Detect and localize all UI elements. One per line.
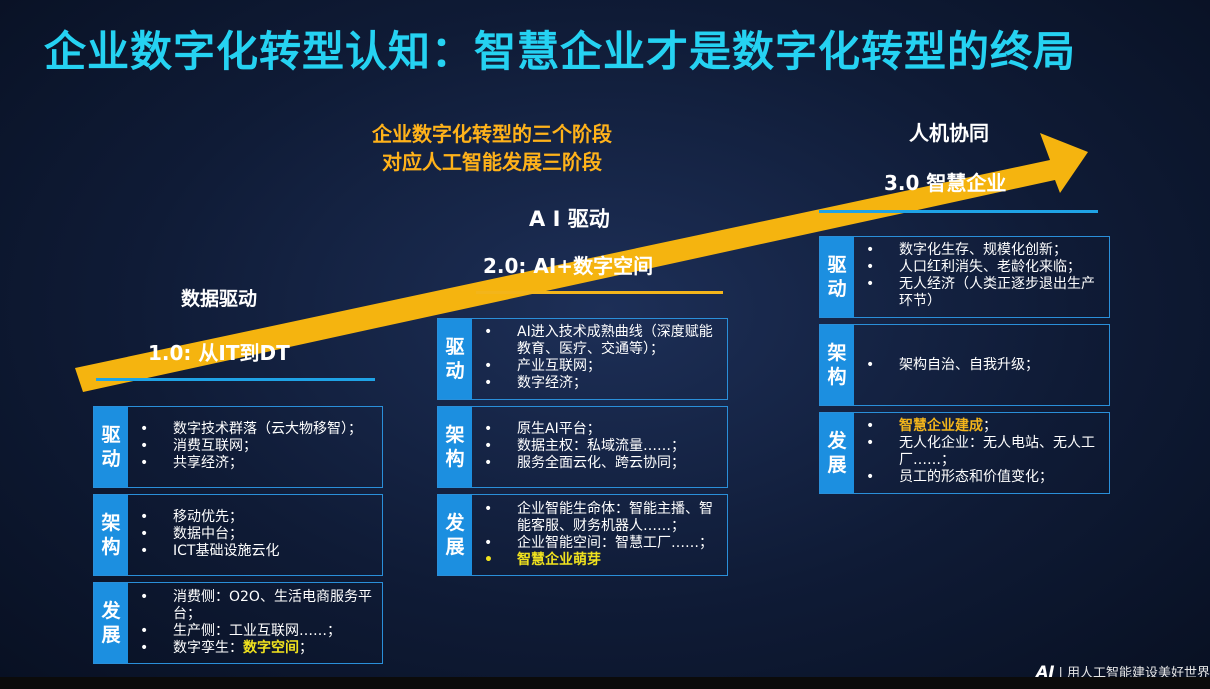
stage-1-label: 1.0: 从IT到DT — [148, 341, 290, 365]
stage-3-label: 3.0 智慧企业 — [884, 171, 1007, 195]
list-item: 数字经济； — [484, 375, 721, 392]
arch-tag: 架构 — [820, 325, 854, 405]
stage-1-name: 数据驱动 — [181, 288, 258, 310]
drive-tag: 驱动 — [94, 407, 128, 487]
list-item: ICT基础设施云化 — [140, 543, 376, 560]
develop-tag: 发展 — [438, 495, 472, 575]
drive-tag: 驱动 — [438, 319, 472, 399]
list-item: 数字化生存、规模化创新； — [866, 242, 1103, 259]
list-item: AI进入技术成熟曲线（深度赋能教育、医疗、交通等）； — [484, 324, 721, 358]
stage-3-develop-box: 发展 智慧企业建成； 无人化企业：无人电站、无人工厂……； 员工的形态和价值变化… — [819, 412, 1110, 494]
list-item: 员工的形态和价值变化； — [866, 469, 1103, 486]
arch-tag: 架构 — [438, 407, 472, 487]
list-item: 人口红利消失、老龄化来临； — [866, 259, 1103, 276]
list-item: 企业智能生命体：智能主播、智能客服、财务机器人……； — [484, 501, 721, 535]
list-item: 数据中台； — [140, 526, 376, 543]
list-item: 架构自治、自我升级； — [866, 357, 1103, 374]
stage-2-divider — [476, 291, 723, 294]
stage-1-divider — [96, 378, 375, 381]
list-item: 数字孪生：数字空间； — [140, 640, 376, 657]
stage-1-arch-box: 架构 移动优先； 数据中台； ICT基础设施云化 — [93, 494, 383, 576]
list-item: 生产侧：工业互联网……； — [140, 623, 376, 640]
list-item: 无人化企业：无人电站、无人工厂……； — [866, 435, 1103, 469]
develop-tag: 发展 — [94, 583, 128, 663]
develop-tag: 发展 — [820, 413, 854, 493]
caption-line-1: 企业数字化转型的三个阶段 — [372, 122, 612, 146]
drive-tag: 驱动 — [820, 237, 854, 317]
stage-2-develop-box: 发展 企业智能生命体：智能主播、智能客服、财务机器人……； 企业智能空间：智慧工… — [437, 494, 728, 576]
list-item: 消费侧：O2O、生活电商服务平台； — [140, 589, 376, 623]
list-item: 数字技术群落（云大物移智）； — [140, 421, 376, 438]
caption-line-2: 对应人工智能发展三阶段 — [382, 150, 602, 174]
stage-3-drive-box: 驱动 数字化生存、规模化创新； 人口红利消失、老龄化来临； 无人经济（人类正逐步… — [819, 236, 1110, 318]
list-item: 移动优先； — [140, 509, 376, 526]
list-item: 企业智能空间：智慧工厂……； — [484, 535, 721, 552]
list-item: 服务全面云化、跨云协同； — [484, 455, 721, 472]
stage-1-drive-box: 驱动 数字技术群落（云大物移智）； 消费互联网； 共享经济； — [93, 406, 383, 488]
stage-2-drive-box: 驱动 AI进入技术成熟曲线（深度赋能教育、医疗、交通等）； 产业互联网； 数字经… — [437, 318, 728, 400]
list-item-highlight: 智慧企业萌芽 — [484, 552, 721, 569]
list-item: 原生AI平台； — [484, 421, 721, 438]
list-item: 无人经济（人类正逐步退出生产环节） — [866, 276, 1103, 310]
stage-3-arch-box: 架构 架构自治、自我升级； — [819, 324, 1110, 406]
stage-3-divider — [819, 210, 1098, 213]
stage-2-arch-box: 架构 原生AI平台； 数据主权：私域流量……； 服务全面云化、跨云协同； — [437, 406, 728, 488]
list-item: 数据主权：私域流量……； — [484, 438, 721, 455]
stage-2-label: 2.0: AI+数字空间 — [483, 254, 654, 278]
stage-1-develop-box: 发展 消费侧：O2O、生活电商服务平台； 生产侧：工业互联网……； 数字孪生：数… — [93, 582, 383, 664]
list-item: 共享经济； — [140, 455, 376, 472]
bottom-bar — [0, 677, 1210, 689]
list-item: 产业互联网； — [484, 358, 721, 375]
stage-caption: 企业数字化转型的三个阶段 对应人工智能发展三阶段 — [372, 120, 612, 176]
list-item-highlight: 智慧企业建成； — [866, 418, 1103, 435]
stage-3-name: 人机协同 — [909, 121, 989, 145]
list-item: 消费互联网； — [140, 438, 376, 455]
stage-2-name: A I 驱动 — [529, 207, 610, 231]
arch-tag: 架构 — [94, 495, 128, 575]
